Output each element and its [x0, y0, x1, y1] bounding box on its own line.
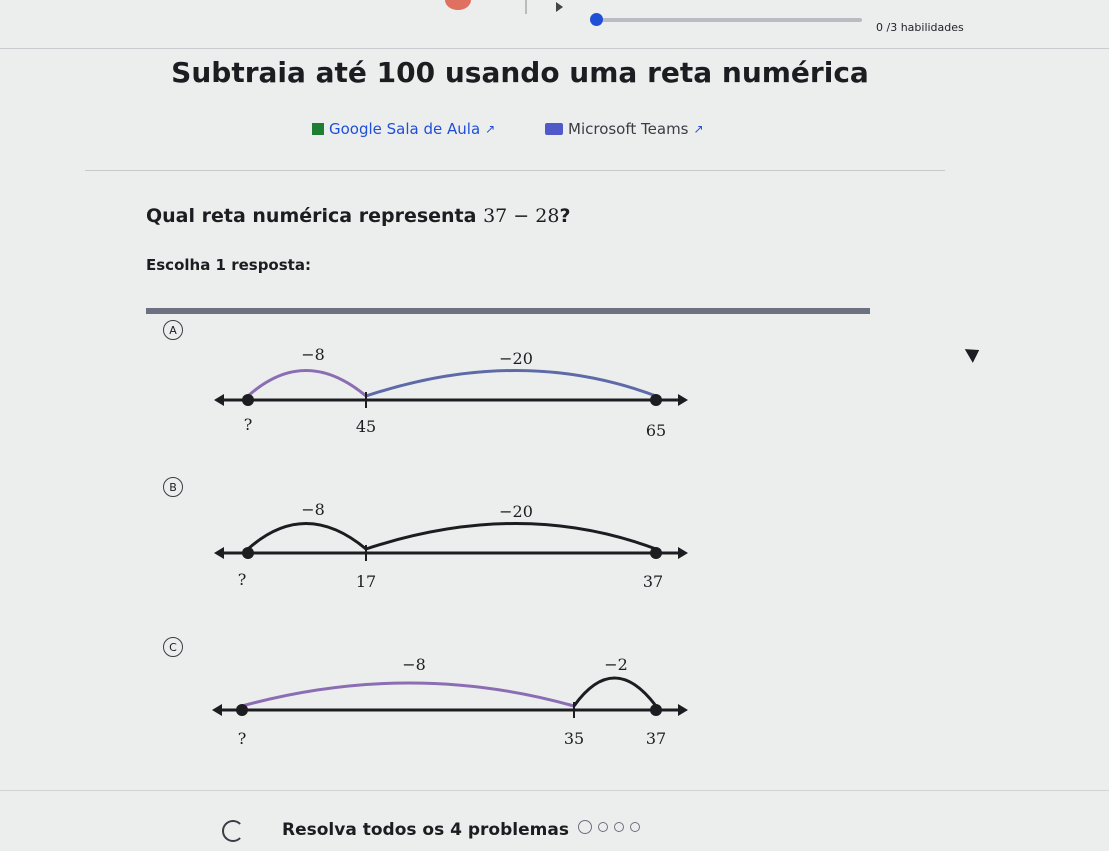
tick-label: 37 — [643, 572, 663, 591]
right-arrow-icon — [678, 394, 688, 406]
choice-c-badge[interactable]: C — [163, 637, 183, 657]
tick-label: 35 — [564, 729, 584, 748]
problem-dot — [578, 820, 592, 834]
jump-arc — [247, 522, 367, 551]
jump-arc — [241, 681, 575, 708]
header-divider — [0, 48, 1109, 49]
question-suffix: ? — [559, 205, 571, 227]
tick-label: ? — [238, 570, 247, 589]
tick-label: 37 — [646, 729, 666, 748]
jump-label: −8 — [301, 500, 325, 519]
instruction-text: Escolha 1 resposta: — [146, 256, 311, 274]
divider — [525, 0, 527, 14]
external-link-icon: ↗ — [485, 122, 496, 136]
question-math: 37 − 28 — [483, 205, 560, 227]
point-marker — [650, 704, 662, 716]
point-marker — [242, 547, 254, 559]
jump-label: −20 — [499, 502, 533, 521]
point-marker — [650, 547, 662, 559]
choice-c-number-line[interactable]: −8 −2 ? 35 37 — [190, 650, 710, 750]
right-arrow-icon — [678, 704, 688, 716]
tick-label: 17 — [356, 572, 376, 591]
left-arrow-icon — [214, 547, 224, 559]
jump-arc — [365, 522, 657, 551]
point-marker — [650, 394, 662, 406]
google-classroom-icon — [312, 123, 324, 135]
options-divider — [146, 308, 870, 314]
skills-counter: 0 /3 habilidades — [876, 21, 964, 34]
microsoft-teams-icon — [545, 123, 563, 135]
tick-label: 65 — [646, 421, 666, 440]
external-link-icon: ↗ — [693, 122, 704, 136]
choice-b-badge[interactable]: B — [163, 477, 183, 497]
jump-label: −20 — [499, 349, 533, 368]
jump-label: −8 — [301, 345, 325, 364]
refresh-icon[interactable] — [222, 820, 244, 842]
question-text: Qual reta numérica representa 37 − 28? — [146, 205, 570, 227]
jump-arc — [247, 369, 367, 398]
share-links: Google Sala de Aula ↗ Microsoft Teams ↗ — [312, 120, 749, 139]
progress-indicator — [590, 13, 603, 26]
jump-label: −8 — [402, 655, 426, 674]
avatar-icon — [445, 0, 471, 10]
choice-a-badge[interactable]: A — [163, 320, 183, 340]
top-bar: 0 /3 habilidades — [0, 0, 1109, 48]
problem-dot — [614, 822, 624, 832]
question-prefix: Qual reta numérica representa — [146, 205, 484, 227]
jump-label: −2 — [604, 655, 628, 674]
google-classroom-link[interactable]: Google Sala de Aula ↗ — [312, 120, 495, 138]
footer-divider — [0, 790, 1109, 791]
tick-label: ? — [238, 729, 247, 748]
google-classroom-label: Google Sala de Aula — [329, 120, 481, 138]
left-arrow-icon — [212, 704, 222, 716]
section-divider — [85, 170, 945, 171]
tick-label: ? — [244, 415, 253, 434]
mouse-cursor-icon — [964, 343, 984, 363]
skills-progress-bar — [596, 18, 862, 22]
footer-progress-text: Resolva todos os 4 problemas — [282, 820, 569, 840]
problem-dot — [630, 822, 640, 832]
problem-dot — [598, 822, 608, 832]
point-marker — [236, 704, 248, 716]
microsoft-teams-label: Microsoft Teams — [568, 120, 689, 138]
problem-progress-dots — [578, 820, 640, 834]
page-title: Subtraia até 100 usando uma reta numéric… — [171, 56, 869, 89]
left-arrow-icon — [214, 394, 224, 406]
point-marker — [242, 394, 254, 406]
microsoft-teams-link[interactable]: Microsoft Teams ↗ — [545, 120, 704, 138]
choice-b-number-line[interactable]: −8 −20 ? 17 37 — [190, 495, 710, 595]
choice-a-number-line[interactable]: −8 −20 ? 45 65 — [190, 340, 710, 440]
jump-arc — [365, 369, 657, 398]
jump-arc — [572, 676, 658, 707]
play-icon[interactable] — [556, 2, 563, 12]
right-arrow-icon — [678, 547, 688, 559]
tick-label: 45 — [356, 417, 376, 436]
